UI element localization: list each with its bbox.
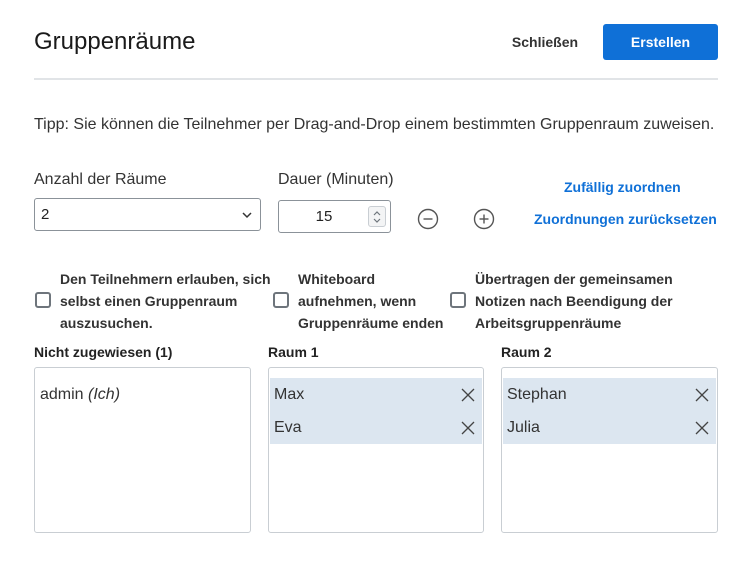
allow-self-select-label: Den Teilnehmern erlauben, sich selbst ei… <box>60 271 271 331</box>
close-button[interactable]: Schließen <box>495 24 595 60</box>
tip-text: Tipp: Sie können die Teilnehmer per Drag… <box>34 116 715 133</box>
participant-name: Julia <box>507 419 540 436</box>
plus-circle-icon[interactable] <box>473 208 495 230</box>
dialog-header: Gruppenräume Schließen Erstellen <box>34 24 718 80</box>
participant-name: Max <box>274 386 305 403</box>
record-whiteboard-label: Whiteboard aufnehmen, wenn Gruppenräume … <box>298 271 444 331</box>
participant-name: admin <box>40 386 84 403</box>
transfer-notes-label: Übertragen der gemeinsamen Notizen nach … <box>475 271 673 331</box>
participant-name: Eva <box>274 419 302 436</box>
room1-title: Raum 1 <box>268 344 319 360</box>
list-item[interactable]: admin (Ich) <box>40 386 120 404</box>
participant-name: Stephan <box>507 386 567 403</box>
random-assign-link[interactable]: Zufällig zuordnen <box>564 179 681 195</box>
list-item[interactable]: Max <box>270 378 482 411</box>
close-icon[interactable] <box>460 420 476 436</box>
list-item[interactable]: Stephan <box>503 378 716 411</box>
participant-note: (Ich) <box>88 386 121 403</box>
room2-title: Raum 2 <box>501 344 552 360</box>
room-count-select[interactable]: 2 <box>34 198 261 231</box>
close-icon[interactable] <box>460 387 476 403</box>
unassigned-title: Nicht zugewiesen (1) <box>34 344 173 360</box>
room2-list[interactable]: Stephan Julia <box>501 367 718 533</box>
allow-self-select-checkbox[interactable] <box>35 292 51 308</box>
list-item[interactable]: Eva <box>270 411 482 444</box>
transfer-notes-checkbox[interactable] <box>450 292 466 308</box>
chevron-down-icon <box>242 212 252 219</box>
unassigned-list[interactable]: admin (Ich) <box>34 367 251 533</box>
close-icon[interactable] <box>694 420 710 436</box>
room-count-label: Anzahl der Räume <box>34 171 167 188</box>
list-item[interactable]: Julia <box>503 411 716 444</box>
minus-circle-icon[interactable] <box>417 208 439 230</box>
dialog-title: Gruppenräume <box>34 28 196 55</box>
room-count-value: 2 <box>41 206 50 223</box>
duration-input[interactable]: 15 <box>278 200 391 233</box>
duration-spinner[interactable] <box>368 206 386 227</box>
duration-value: 15 <box>315 208 333 225</box>
reset-assign-link[interactable]: Zuordnungen zurücksetzen <box>534 211 717 227</box>
record-whiteboard-checkbox[interactable] <box>273 292 289 308</box>
spinner-arrows-icon <box>373 211 381 223</box>
duration-label: Dauer (Minuten) <box>278 171 394 188</box>
create-button[interactable]: Erstellen <box>603 24 718 60</box>
close-icon[interactable] <box>694 387 710 403</box>
room1-list[interactable]: Max Eva <box>268 367 484 533</box>
